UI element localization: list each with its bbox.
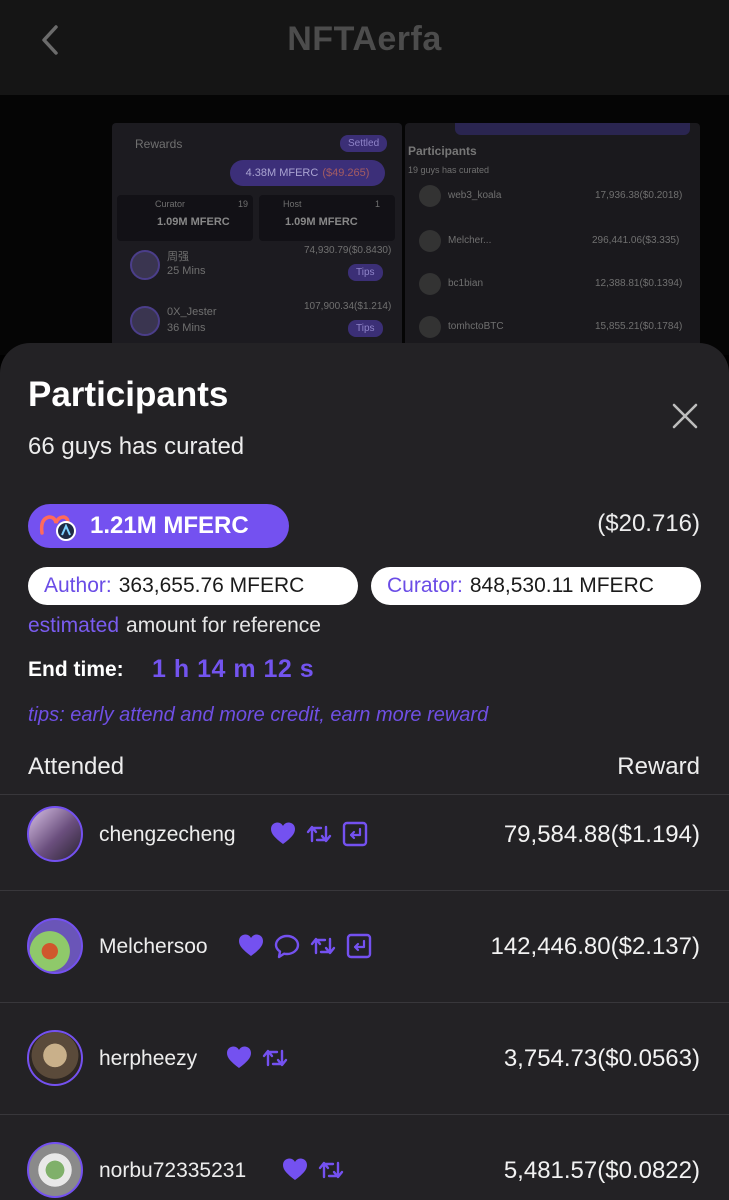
preview-row-name: tomhctoBTC xyxy=(448,321,504,332)
preview-rewards-label: Rewards xyxy=(135,137,183,151)
avatar xyxy=(27,1142,83,1198)
preview-participants-sub: 19 guys has curated xyxy=(408,165,490,175)
author-label: Author: xyxy=(44,574,112,597)
preview-avatar xyxy=(419,185,441,207)
preview-host-label: Host xyxy=(283,199,302,209)
preview-avatar xyxy=(130,250,160,280)
participant-name: herpheezy xyxy=(99,1047,198,1070)
author-pill: Author: 363,655.76 MFERC xyxy=(28,567,358,605)
preview-row-time: 25 Mins xyxy=(167,265,206,277)
preview-total: 4.38M MFERC xyxy=(245,167,319,179)
close-button[interactable] xyxy=(668,399,702,433)
preview-curator-label: Curator xyxy=(155,199,186,209)
preview-row-name: web3_koala xyxy=(448,190,502,201)
participant-name: chengzecheng xyxy=(99,823,236,846)
preview-row-reward: 74,930.79($0.8430) xyxy=(304,245,392,256)
preview-host-box: Host 1 1.09M MFERC xyxy=(259,195,395,241)
curator-label: Curator: xyxy=(387,574,463,597)
avatar xyxy=(27,1030,83,1086)
quote-icon xyxy=(342,821,368,847)
participant-reward: 5,481.57($0.0822) xyxy=(503,1157,700,1184)
action-icons xyxy=(238,933,372,959)
participant-name: norbu72335231 xyxy=(99,1159,247,1182)
curator-pill: Curator: 848,530.11 MFERC xyxy=(371,567,701,605)
preview-host-amount: 1.09M MFERC xyxy=(285,216,358,228)
preview-row-reward: 107,900.34($1.214) xyxy=(304,301,392,312)
quote-icon xyxy=(346,933,372,959)
preview-row-name: 0X_Jester xyxy=(167,306,217,318)
total-amount: 1.21M MFERC xyxy=(90,512,249,539)
curator-amount: 848,530.11 MFERC xyxy=(469,574,654,597)
preview-total-usd: ($49.265) xyxy=(322,167,370,179)
author-amount: 363,655.76 MFERC xyxy=(118,574,305,597)
heart-icon xyxy=(239,934,263,956)
retweet-icon xyxy=(262,1049,288,1067)
preview-host-count: 1 xyxy=(375,199,381,209)
preview-banner xyxy=(455,123,690,135)
preview-row-reward: 15,855.21($0.1784) xyxy=(595,321,683,332)
preview-avatar xyxy=(130,306,160,336)
preview-tips-button: Tips xyxy=(348,320,383,337)
participant-row[interactable]: norbu72335231 5,481.57($0.0822) xyxy=(0,1114,729,1200)
preview-avatar xyxy=(419,273,441,295)
estimate-note: estimated amount for reference xyxy=(28,614,321,638)
estimated-highlight: estimated xyxy=(28,614,120,637)
sheet-title: Participants xyxy=(28,375,229,414)
column-attended: Attended xyxy=(28,753,125,780)
retweet-icon xyxy=(310,937,336,955)
participant-reward: 79,584.88($1.194) xyxy=(503,821,700,848)
preview-row-reward: 296,441.06($3.335) xyxy=(592,235,680,246)
participant-reward: 3,754.73($0.0563) xyxy=(503,1045,700,1072)
preview-row-time: 36 Mins xyxy=(167,322,206,334)
retweet-icon xyxy=(318,1161,344,1179)
preview-avatar xyxy=(419,230,441,252)
total-reward-pill: 1.21M MFERC xyxy=(28,504,289,548)
close-icon xyxy=(672,403,698,429)
comment-icon xyxy=(274,934,300,959)
preview-row-name: 周强 xyxy=(167,251,189,263)
participant-reward: 142,446.80($2.137) xyxy=(490,933,700,960)
preview-participants-label: Participants xyxy=(408,144,477,158)
participant-row[interactable]: herpheezy 3,754.73($0.0563) xyxy=(0,1002,729,1114)
heart-icon xyxy=(227,1046,251,1068)
action-icons xyxy=(270,821,368,847)
total-usd: ($20.716) xyxy=(597,510,700,537)
heart-icon xyxy=(283,1158,307,1180)
preview-rewards-card: Rewards Settled 4.38M MFERC ($49.265) Cu… xyxy=(112,123,402,355)
preview-row-name: Melcher... xyxy=(448,235,492,246)
app-title: NFTAerfa xyxy=(287,20,442,58)
participant-name: Melchersoo xyxy=(99,935,208,958)
preview-tips-button: Tips xyxy=(348,264,383,281)
preview-row-reward: 17,936.38($0.2018) xyxy=(595,190,683,201)
background-preview: Rewards Settled 4.38M MFERC ($49.265) Cu… xyxy=(0,95,729,355)
preview-row-reward: 12,388.81($0.1394) xyxy=(595,278,683,289)
participants-sheet: Participants 66 guys has curated 1.21M M… xyxy=(0,343,729,1200)
avatar xyxy=(27,806,83,862)
retweet-icon xyxy=(306,825,332,843)
avatar xyxy=(27,918,83,974)
preview-row-name: bc1bian xyxy=(448,278,484,289)
column-reward: Reward xyxy=(617,753,700,780)
end-time-value: 1 h 14 m 12 s xyxy=(152,655,315,683)
top-bar: NFTAerfa xyxy=(0,0,729,95)
tips-text: tips: early attend and more credit, earn… xyxy=(28,704,489,726)
action-icons xyxy=(226,1045,288,1071)
participant-row[interactable]: Melchersoo 142,446.80($2.137) xyxy=(0,890,729,1002)
estimated-rest: amount for reference xyxy=(126,614,321,637)
end-time-label: End time: xyxy=(28,658,124,681)
sheet-subtitle: 66 guys has curated xyxy=(28,433,245,460)
preview-curator-box: Curator 19 1.09M MFERC xyxy=(117,195,253,241)
heart-icon xyxy=(271,822,295,844)
preview-curator-amount: 1.09M MFERC xyxy=(157,216,230,228)
preview-participants-card: Participants 19 guys has curated web3_ko… xyxy=(405,123,700,355)
preview-avatar xyxy=(419,316,441,338)
token-icon xyxy=(36,509,80,543)
preview-total-pill: 4.38M MFERC ($49.265) xyxy=(230,160,385,186)
action-icons xyxy=(282,1157,344,1183)
preview-settled-badge: Settled xyxy=(340,135,388,152)
preview-curator-count: 19 xyxy=(238,199,249,209)
